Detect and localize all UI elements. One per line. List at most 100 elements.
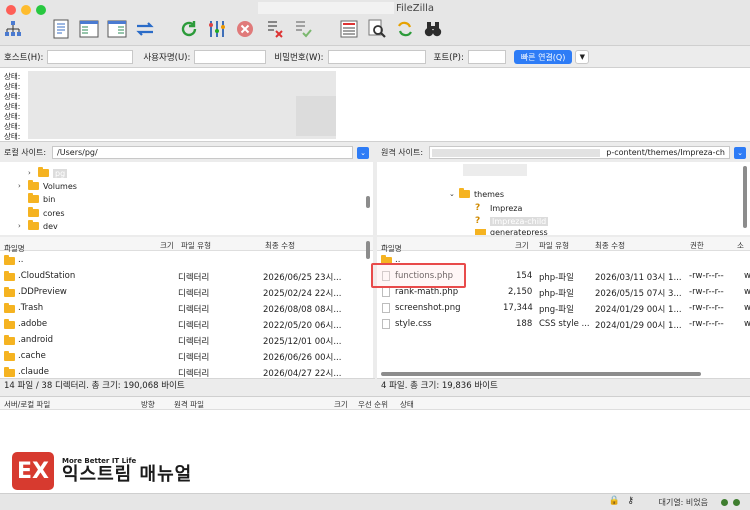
table-row[interactable]: .adobe 디렉터리 2022/05/20 06시... [0,315,373,331]
file-type: 디렉터리 [178,273,210,283]
quickconnect-bar: 호스트(H): 사용자명(U): 비밀번호(W): 포트(P): 빠른 연결(Q… [0,47,750,67]
quickconnect-history-dropdown[interactable]: ▼ [575,50,590,64]
column-status[interactable]: 상태 [400,399,414,410]
table-row[interactable]: .CloudStation 디렉터리 2026/06/25 23시... [0,267,373,283]
quickconnect-button[interactable]: 빠른 연결(Q) [513,50,573,64]
password-input[interactable] [327,50,426,64]
remote-directory-tree[interactable]: ⌄ themes ? Impreza ? Impreza-child generate… [377,162,750,235]
disconnect-icon[interactable] [264,18,286,40]
remote-path-input[interactable]: p-content/themes/Impreza-ch [429,146,730,159]
chevron-down-icon: ⌄ [360,148,366,157]
watermark-brand: 익스트림 매뉴얼 [62,464,193,485]
remote-list-header: 파일명 ⌃ 크기 파일 유형 최종 수정 권한 소 [377,237,750,253]
toggle-log-icon[interactable] [50,18,72,40]
tree-item-label: Impreza [490,203,523,213]
remote-list-hscrollbar[interactable] [381,372,701,376]
table-row[interactable]: style.css 188 CSS style ... 2024/01/29 0… [377,315,750,331]
column-direction[interactable]: 방향 [141,399,155,410]
remote-file-list[interactable]: 파일명 ⌃ 크기 파일 유형 최종 수정 권한 소 .. functions.p… [377,237,750,378]
file-name: .Trash [18,303,44,313]
table-row[interactable]: .cache 디렉터리 2026/06/26 00시... [0,347,373,363]
table-row[interactable]: .android 디렉터리 2025/12/01 00시... [0,331,373,347]
column-remote-file[interactable]: 원격 파일 [174,399,204,410]
host-input[interactable] [47,50,134,64]
tree-item-impreza[interactable]: ? Impreza [475,202,522,214]
reconnect-icon[interactable] [292,18,314,40]
file-name: .android [18,335,53,345]
refresh-icon[interactable] [178,18,200,40]
table-row[interactable]: screenshot.png 17,344 png-파일 2024/01/29 … [377,299,750,315]
column-modified[interactable]: 최종 수정 [595,240,625,251]
tree-redaction [463,164,527,176]
tree-item-themes[interactable]: ⌄ themes [449,188,504,200]
column-server-local-file[interactable]: 서버/로컬 파일 [4,399,50,410]
file-size: 2,150 [508,287,533,297]
table-row[interactable]: .claude 디렉터리 2026/04/27 22시... [0,363,373,378]
tree-item-impreza-child[interactable]: ? Impreza-child [475,215,549,227]
tree-item-dev[interactable]: › dev [18,220,58,232]
column-owner[interactable]: 소 [737,240,744,251]
file-owner: w [744,303,750,313]
port-input[interactable] [467,50,506,64]
close-window-button[interactable] [6,5,16,15]
unknown-folder-icon: ? [475,203,481,213]
file-name: screenshot.png [395,303,461,313]
tree-item-label: pg [53,168,68,178]
table-row[interactable]: .. [0,251,373,267]
process-queue-icon[interactable] [206,18,228,40]
column-type[interactable]: 파일 유형 [539,240,569,251]
column-size[interactable]: 크기 [515,240,529,251]
tree-item-label: dev [43,221,58,231]
find-binoculars-icon[interactable] [422,18,444,40]
column-size[interactable]: 크기 [160,240,174,251]
column-permissions[interactable]: 권한 [690,240,704,251]
folder-icon [459,188,470,198]
directory-filter-icon[interactable] [338,18,360,40]
file-permissions: -rw-r--r-- [689,303,724,313]
file-type: 디렉터리 [178,289,210,299]
local-directory-tree[interactable]: › pg › Volumes bin cores › dev [0,162,373,235]
user-input[interactable] [194,50,267,64]
queue-header: 서버/로컬 파일 방향 원격 파일 크기 우선 순위 상태 [0,397,750,410]
column-size[interactable]: 크기 [334,399,348,410]
local-site-label: 로컬 사이트: [4,148,47,157]
file-size: 188 [516,319,533,329]
column-type[interactable]: 파일 유형 [181,240,211,251]
table-row[interactable]: .Trash 디렉터리 2026/08/08 08시... [0,299,373,315]
cancel-operation-icon[interactable] [234,18,256,40]
local-path-input[interactable]: /Users/pg/ [52,146,353,159]
tree-item-generatepress[interactable]: generatepress [475,229,548,235]
compare-directories-icon[interactable] [394,18,416,40]
column-modified[interactable]: 최종 수정 [265,240,295,251]
file-type: php-파일 [539,273,574,283]
zoom-window-button[interactable] [36,5,46,15]
search-files-icon[interactable] [366,18,388,40]
toggle-remote-tree-icon[interactable] [106,18,128,40]
tree-item-pg[interactable]: › pg [28,167,68,179]
key-icon: ⚷ [627,496,634,506]
file-name: .. [18,255,24,265]
minimize-window-button[interactable] [21,5,31,15]
remote-site-bar: 원격 사이트: p-content/themes/Impreza-ch ⌄ [377,144,750,161]
file-modified: 2026/04/27 22시... [263,369,342,378]
toggle-local-tree-icon[interactable] [78,18,100,40]
column-priority[interactable]: 우선 순위 [358,399,388,410]
file-permissions: -rw-r--r-- [689,287,724,297]
toggle-queue-icon[interactable] [134,18,156,40]
site-manager-icon[interactable] [2,18,24,40]
tree-item-cores[interactable]: cores [28,207,65,219]
message-log[interactable]: 상태: 상태: 상태: 상태: 상태: 상태: 상태: [0,67,750,142]
local-list-scrollbar[interactable] [366,241,370,259]
tree-item-bin[interactable]: bin [28,193,55,205]
local-file-list[interactable]: 파일명 ⌃ 크기 파일 유형 최종 수정 .. .CloudStation 디렉… [0,237,373,378]
tree-item-label: Impreza-child [490,216,549,226]
chevron-down-icon: ⌄ [449,190,455,198]
remote-tree-scrollbar[interactable] [743,166,747,228]
tree-item-volumes[interactable]: › Volumes [18,180,77,192]
table-row[interactable]: .DDPreview 디렉터리 2025/02/24 22시... [0,283,373,299]
file-name: style.css [395,319,432,329]
remote-path-dropdown[interactable]: ⌄ [734,146,746,159]
local-path-dropdown[interactable]: ⌄ [357,146,369,159]
user-label: 사용자명(U): [143,53,191,63]
local-tree-scrollbar[interactable] [366,196,370,208]
